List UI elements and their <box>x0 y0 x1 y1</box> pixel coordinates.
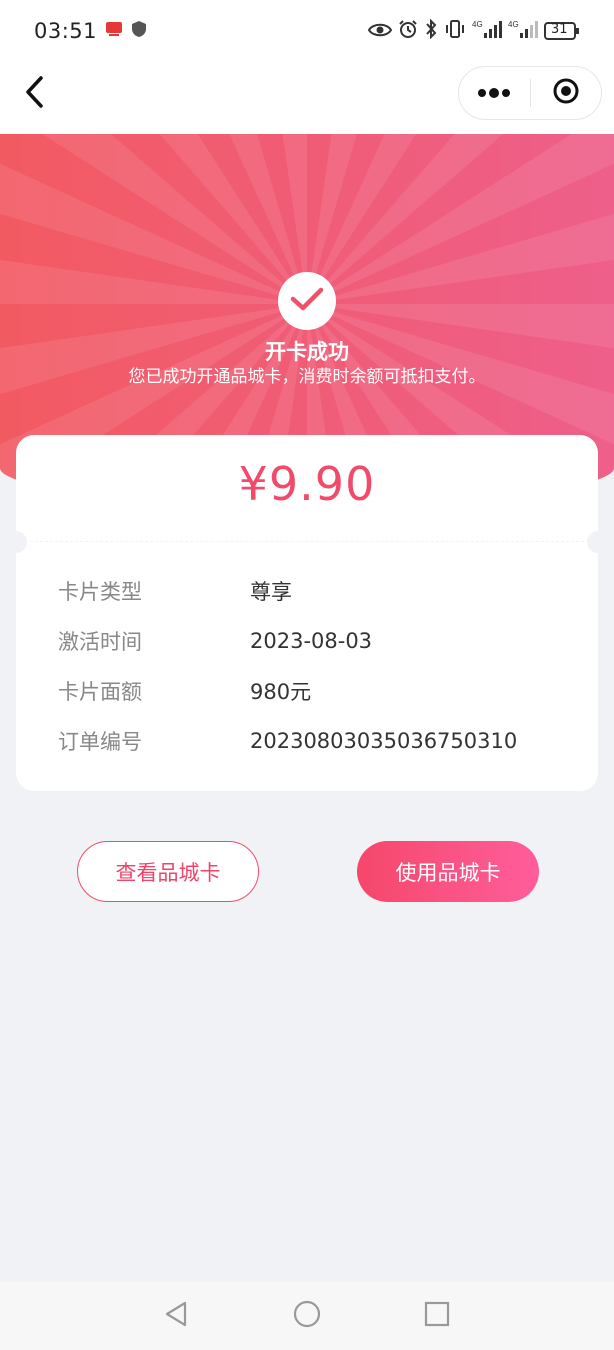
info-row-card-type: 卡片类型 尊享 <box>58 576 578 606</box>
nav-recents-button[interactable] <box>419 1298 455 1334</box>
bluetooth-icon <box>424 18 438 44</box>
info-label: 卡片面额 <box>58 680 142 704</box>
eye-icon <box>367 19 393 43</box>
app-notification-icon <box>105 19 123 43</box>
more-dots-icon <box>477 84 511 103</box>
info-value: 2023-08-03 <box>250 629 373 653</box>
info-value: 20230803035036750310 <box>250 729 518 753</box>
triangle-back-icon <box>163 1300 189 1332</box>
info-row-activation-time: 激活时间 2023-08-03 <box>58 626 578 656</box>
chevron-left-icon <box>23 75 45 113</box>
nav-back-button[interactable] <box>158 1298 194 1334</box>
battery-level: 31 <box>551 22 568 37</box>
battery-icon: 31 <box>544 21 580 41</box>
info-row-face-value: 卡片面额 980元 <box>58 676 578 706</box>
alarm-icon <box>398 19 418 44</box>
vibrate-icon <box>444 19 466 44</box>
target-close-icon <box>552 77 580 109</box>
info-label: 订单编号 <box>58 730 142 754</box>
back-button[interactable] <box>14 74 54 114</box>
signal-4g-secondary-icon: 4G <box>508 19 538 44</box>
success-subtitle: 您已成功开通品城卡，消费时余额可抵扣支付。 <box>128 367 486 387</box>
info-value: 980元 <box>250 680 312 704</box>
circle-home-icon <box>293 1300 321 1332</box>
system-navigation-bar <box>0 1282 614 1350</box>
close-miniprogram-button[interactable] <box>531 66 602 120</box>
title-bar <box>0 62 614 134</box>
card-notch-left <box>5 531 27 553</box>
signal-4g-icon: 4G <box>472 19 502 44</box>
svg-text:4G: 4G <box>472 20 483 29</box>
square-recents-icon <box>424 1301 450 1331</box>
paid-amount: ¥9.90 <box>238 457 376 511</box>
card-divider <box>30 541 584 542</box>
success-badge <box>278 272 336 330</box>
view-card-button[interactable]: 查看品城卡 <box>77 841 259 902</box>
status-time: 03:51 <box>34 19 98 43</box>
info-row-order-number: 订单编号 20230803035036750310 <box>58 726 578 756</box>
check-icon <box>290 286 324 316</box>
svg-text:4G: 4G <box>508 20 519 29</box>
nav-home-button[interactable] <box>289 1298 325 1334</box>
info-label: 激活时间 <box>58 630 142 654</box>
status-bar: 03:51 4G 4G 31 <box>0 0 614 62</box>
shield-icon <box>131 19 147 43</box>
info-label: 卡片类型 <box>58 580 142 604</box>
mini-program-capsule <box>458 66 602 120</box>
info-value: 尊享 <box>250 580 292 604</box>
order-info-card: ¥9.90 卡片类型 尊享 激活时间 2023-08-03 卡片面额 980元 … <box>5 435 609 791</box>
more-button[interactable] <box>459 66 530 120</box>
card-notch-right <box>587 531 609 553</box>
use-card-button[interactable]: 使用品城卡 <box>357 841 539 902</box>
